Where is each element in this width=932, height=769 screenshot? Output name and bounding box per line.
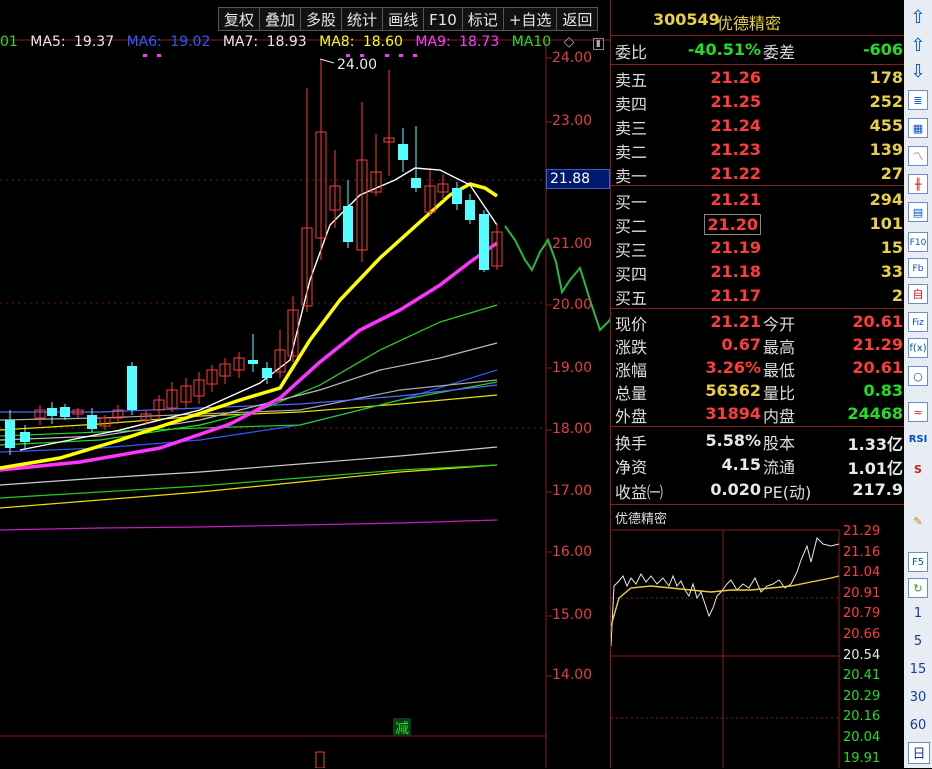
ask-row[interactable]: 卖一 21.22 27 [615, 162, 905, 186]
arrow-up-icon[interactable]: ⇧ [908, 8, 928, 28]
ask-row[interactable]: 卖五 21.26 178 [615, 66, 905, 90]
stock-code: 300549 [653, 10, 720, 29]
period-60m[interactable]: 60 [904, 718, 932, 733]
ma-line-magenta-long [0, 519, 498, 531]
bid-row[interactable]: 买三 21.19 15 [615, 236, 905, 260]
f5-icon[interactable]: F5 [908, 552, 928, 572]
ask-row[interactable]: 卖三 21.24 455 [615, 114, 905, 138]
period-15m[interactable]: 15 [904, 662, 932, 677]
draw-line-button[interactable]: 画线 [383, 7, 425, 31]
period-30m[interactable]: 30 [904, 690, 932, 705]
right-toolbar: ⇧ ⇧ ⇩ ≣ ▦ 〽 ╫ ▤ F10 Fb 自 Fiz f(x) ○ ≈ RS… [904, 0, 932, 768]
ma-line-green-rising [0, 304, 498, 446]
mini-axis: 21.29 21.16 21.04 20.91 20.79 20.66 20.5… [843, 524, 881, 766]
kline-chart[interactable]: 24.00 减 [0, 0, 610, 768]
bid-row[interactable]: 买一 21.21 294 [615, 188, 905, 212]
bid-row[interactable]: 买五 21.17 2 [615, 284, 905, 308]
stock-header: 300549 优德精密 [611, 0, 905, 34]
grid-icon[interactable]: ▤ [908, 202, 928, 222]
pen-icon[interactable]: ✎ [908, 512, 928, 532]
self-icon[interactable]: 自 [908, 284, 928, 304]
drawn-projection-line [504, 225, 610, 332]
restore-rights-button[interactable]: 复权 [218, 7, 261, 31]
stock-name: 优德精密 [717, 14, 782, 33]
stat-row: 涨幅 3.26% 最低 20.61 [615, 358, 903, 380]
current-price-marker: 21.88 [546, 169, 610, 189]
axis-label: 24.00 [552, 50, 593, 66]
ma-legend-item: 01 [0, 34, 18, 50]
axis-label: 14.00 [552, 667, 593, 683]
stat-row: 外盘 31894 内盘 24468 [615, 404, 903, 426]
list-icon[interactable]: ≣ [908, 90, 928, 110]
ma-legend-item: MA10 [511, 34, 552, 50]
add-watchlist-button[interactable]: +自选 [503, 7, 558, 31]
ask-row[interactable]: 卖四 21.25 252 [615, 90, 905, 114]
stat-row: 换手 5.58% 股本 1.33亿 [615, 431, 903, 454]
high-marker: 24.00 [337, 57, 377, 73]
period-daily[interactable]: 日 [908, 742, 930, 764]
table-icon[interactable]: ▦ [908, 118, 928, 138]
wave-icon[interactable]: ≈ [908, 402, 928, 422]
stat-row: 收益㈠ 0.020 PE(动) 217.9 [615, 480, 903, 502]
ma-legend-item: MA9: 18.73 [415, 34, 500, 50]
ma-line-yellow-long [0, 464, 498, 509]
ma-legend-item: MA5: 19.37 [30, 34, 115, 50]
window-toggle-icon[interactable]: ▮ [592, 38, 604, 50]
quote-panel: 300549 优德精密 委比 -40.51% 委差 -606 卖五 21.26 17… [610, 0, 905, 768]
axis-label: 17.00 [552, 483, 593, 499]
back-button[interactable]: 返回 [557, 7, 599, 31]
circle-icon[interactable]: ○ [908, 366, 928, 386]
refresh-icon[interactable]: ↻ [908, 578, 928, 598]
mini-chart-title: 优德精密 [615, 512, 668, 527]
f10-icon[interactable]: F10 [908, 232, 928, 252]
stat-row: 总量 56362 量比 0.83 [615, 381, 903, 403]
expand-diamond-icon[interactable]: ◇ [564, 34, 575, 50]
stat-row: 现价 21.21 今开 20.61 [615, 312, 903, 334]
axis-label: 21.00 [552, 236, 593, 252]
axis-label: 20.00 [552, 297, 593, 313]
ma-legend-item: MA8: 18.60 [319, 34, 403, 50]
candle-icon[interactable]: ╫ [908, 174, 928, 194]
axis-label: 16.00 [552, 544, 593, 560]
ma-line-green-mid [0, 381, 498, 437]
f10-button[interactable]: F10 [424, 7, 463, 31]
axis-label: 23.00 [552, 113, 593, 129]
ma-legend-item: MA6: 19.02 [126, 34, 211, 50]
arrow-down-outline-icon[interactable]: ⇩ [908, 62, 928, 82]
bid-row[interactable]: 买二 21.20 101 [615, 212, 905, 236]
axis-label: 18.00 [552, 421, 593, 437]
stat-row: 涨跌 0.67 最高 21.29 [615, 335, 903, 357]
f10b-icon[interactable]: Fb [908, 258, 928, 278]
axis-label: 15.00 [552, 607, 593, 623]
ma-legend: 01 MA5: 19.37 MA6: 19.02 MA7: 18.93 MA8:… [0, 34, 604, 54]
overlay-button[interactable]: 叠加 [260, 7, 302, 31]
weibi-row: 委比 -40.51% 委差 -606 [615, 40, 903, 62]
multi-stock-button[interactable]: 多股 [301, 7, 343, 31]
period-5m[interactable]: 5 [904, 634, 932, 649]
subtract-label[interactable]: 减 [395, 721, 409, 737]
statistics-button[interactable]: 统计 [342, 7, 384, 31]
chart-toolbar: 复权 叠加 多股 统计 画线 F10 标记 +自选 返回 [218, 7, 599, 33]
ma-line-magenta [0, 241, 499, 472]
fiz-icon[interactable]: Fiz [908, 312, 928, 332]
arrow-up-outline-icon[interactable]: ⇧ [908, 36, 928, 56]
period-1m[interactable]: 1 [904, 606, 932, 621]
ma-legend-item: MA7: 18.93 [222, 34, 307, 50]
ask-row[interactable]: 卖二 21.23 139 [615, 138, 905, 162]
rsi-icon[interactable]: RSI [908, 430, 928, 450]
fx-icon[interactable]: f(x) [908, 338, 928, 358]
s-icon[interactable]: S [908, 460, 928, 480]
mark-button[interactable]: 标记 [462, 7, 504, 31]
line-chart-icon[interactable]: 〽 [908, 146, 928, 166]
bid-row[interactable]: 买四 21.18 33 [615, 260, 905, 284]
stat-row: 净资 4.15 流通 1.01亿 [615, 455, 903, 478]
axis-label: 19.00 [552, 360, 593, 376]
